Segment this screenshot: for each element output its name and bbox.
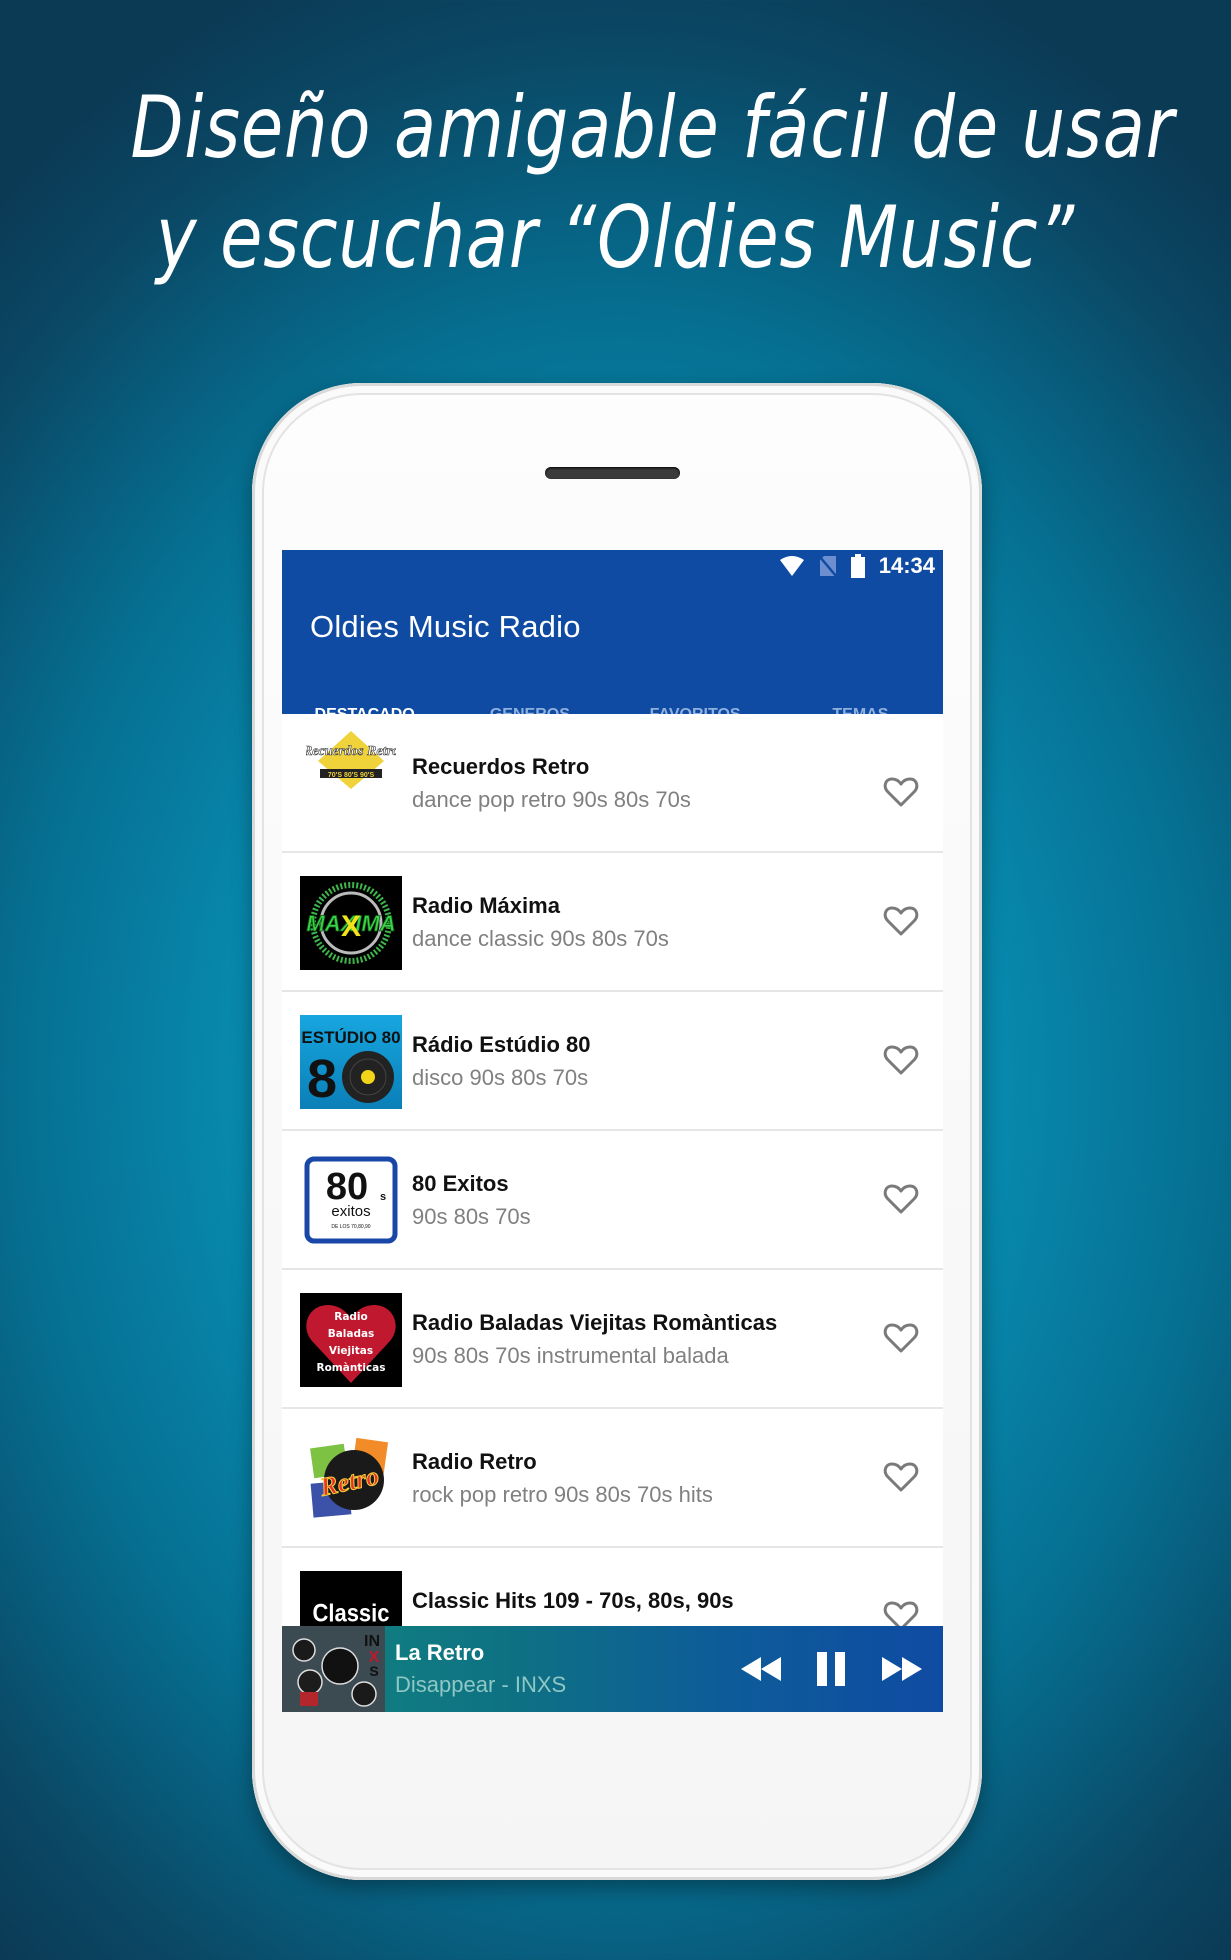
station-name: 80 Exitos	[412, 1171, 509, 1196]
svg-text:IN: IN	[364, 1633, 380, 1650]
svg-text:DE LOS 70,80,90: DE LOS 70,80,90	[331, 1224, 370, 1230]
svg-text:Baladas: Baladas	[328, 1328, 375, 1340]
svg-text:Classic: Classic	[313, 1600, 390, 1628]
no-sim-icon	[818, 555, 837, 577]
album-art: IN X S	[282, 1626, 385, 1712]
svg-text:X: X	[341, 910, 361, 943]
station-logo: Radio Baladas Viejitas Romànticas	[300, 1293, 402, 1387]
station-logo: MAXIMA X	[300, 876, 402, 970]
station-name: Radio Retro	[412, 1449, 537, 1474]
heart-outline-icon	[883, 906, 919, 936]
heart-outline-icon	[883, 1462, 919, 1492]
station-name: Rádio Estúdio 80	[412, 1032, 591, 1057]
station-logo: Recuerdos Retro 70'S 80'S 90'S	[300, 714, 402, 808]
phone-speaker	[545, 467, 680, 479]
now-playing-track: Disappear - INXS	[395, 1672, 567, 1697]
favorite-button[interactable]	[883, 776, 919, 808]
svg-text:80: 80	[326, 1166, 368, 1208]
app-screen: 14:34 Oldies Music Radio DESTACADO	[282, 550, 943, 1712]
svg-text:ESTÚDIO 80: ESTÚDIO 80	[301, 1028, 400, 1047]
fast-forward-button[interactable]	[878, 1649, 926, 1689]
station-logo: ESTÚDIO 80 8	[300, 1015, 402, 1109]
rewind-icon	[741, 1657, 781, 1681]
pause-icon	[817, 1652, 845, 1686]
svg-text:Viejitas: Viejitas	[329, 1345, 373, 1357]
station-tags: rock pop retro 90s 80s 70s hits	[412, 1482, 713, 1507]
favorite-button[interactable]	[883, 1461, 919, 1493]
station-row[interactable]: MAXIMA X Radio Máxima dance classic 90s …	[282, 853, 943, 992]
svg-text:s: s	[380, 1191, 386, 1203]
svg-text:Radio: Radio	[334, 1311, 368, 1323]
station-tags: 90s 80s 70s	[412, 1204, 531, 1229]
rewind-button[interactable]	[737, 1649, 785, 1689]
station-tags: dance pop retro 90s 80s 70s	[412, 787, 691, 812]
station-name: Radio Máxima	[412, 893, 560, 918]
station-name: Classic Hits 109 - 70s, 80s, 90s	[412, 1588, 734, 1613]
svg-text:8: 8	[307, 1049, 337, 1109]
station-row[interactable]: Radio Baladas Viejitas Romànticas Radio …	[282, 1270, 943, 1409]
status-time: 14:34	[878, 553, 935, 578]
station-logo: 80 s exitos DE LOS 70,80,90	[300, 1154, 402, 1248]
promo-headline-line2: y escuchar “Oldies Music”	[155, 188, 1076, 288]
app-title: Oldies Music Radio	[310, 609, 581, 644]
station-row[interactable]: ESTÚDIO 80 8 Rádio Estúdio 80 disco 90s …	[282, 992, 943, 1131]
heart-outline-icon	[883, 1323, 919, 1353]
station-row[interactable]: Recuerdos Retro 70'S 80'S 90'S Recuerdos…	[282, 714, 943, 853]
station-row[interactable]: Retro Radio Retro rock pop retro 90s 80s…	[282, 1409, 943, 1548]
status-bar: 14:34	[779, 550, 935, 582]
station-tags: dance classic 90s 80s 70s	[412, 926, 669, 951]
station-tags: 90s 80s 70s instrumental balada	[412, 1343, 729, 1368]
station-name: Radio Baladas Viejitas Romànticas	[412, 1310, 778, 1335]
battery-icon	[850, 554, 865, 578]
svg-text:70'S 80'S 90'S: 70'S 80'S 90'S	[328, 772, 375, 779]
favorite-button[interactable]	[883, 905, 919, 937]
svg-text:exitos: exitos	[331, 1203, 370, 1220]
fast-forward-icon	[882, 1657, 922, 1681]
promo-headline-line1: Diseño amigable fácil de usar	[130, 78, 1175, 178]
svg-text:Romànticas: Romànticas	[317, 1362, 386, 1374]
now-playing-station: La Retro	[395, 1640, 485, 1665]
pause-button[interactable]	[807, 1649, 855, 1689]
heart-outline-icon	[883, 777, 919, 807]
favorite-button[interactable]	[883, 1183, 919, 1215]
now-playing-bar[interactable]: IN X S La Retro Disappear - INXS	[282, 1626, 943, 1712]
wifi-icon	[779, 555, 805, 577]
station-logo: Retro	[300, 1432, 402, 1526]
station-tags: disco 90s 80s 70s	[412, 1065, 589, 1090]
station-row[interactable]: 80 s exitos DE LOS 70,80,90 80 Exitos 90…	[282, 1131, 943, 1270]
favorite-button[interactable]	[883, 1322, 919, 1354]
station-name: Recuerdos Retro	[412, 754, 590, 779]
heart-outline-icon	[883, 1184, 919, 1214]
svg-text:S: S	[369, 1663, 378, 1679]
svg-text:Recuerdos Retro: Recuerdos Retro	[306, 744, 396, 759]
favorite-button[interactable]	[883, 1044, 919, 1076]
heart-outline-icon	[883, 1045, 919, 1075]
